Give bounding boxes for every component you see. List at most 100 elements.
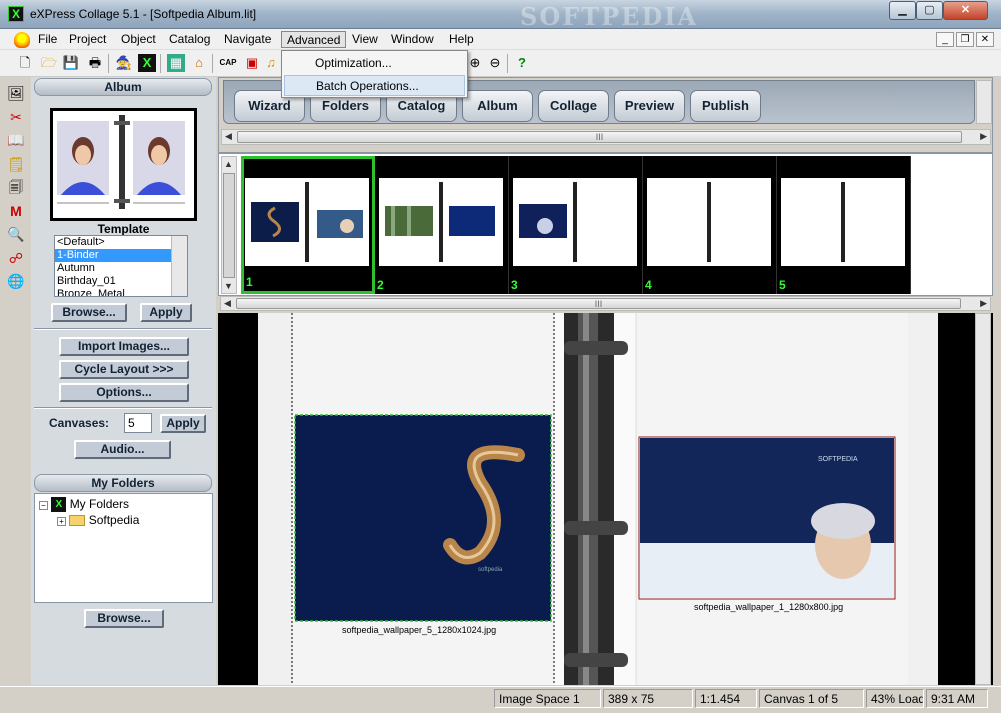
apply-canvases-button[interactable]: Apply bbox=[160, 414, 206, 433]
canvas-page: softpedia SOFTPEDIA bbox=[258, 313, 938, 685]
menu-object[interactable]: Object bbox=[116, 31, 161, 48]
filmstrip-hscrollbar[interactable]: ◀ III ▶ bbox=[220, 296, 991, 311]
image-icon[interactable]: ▦ bbox=[167, 54, 185, 72]
template-list[interactable]: <Default> 1-Binder Autumn Birthday_01 Br… bbox=[54, 235, 188, 297]
print-icon[interactable]: 🖶 bbox=[86, 54, 104, 72]
nav-collage-button[interactable]: Collage bbox=[538, 90, 609, 122]
cycle-layout-button[interactable]: Cycle Layout >>> bbox=[59, 360, 189, 379]
options-button[interactable]: Options... bbox=[59, 383, 189, 402]
menu-item-optimization[interactable]: Optimization... bbox=[284, 53, 465, 74]
template-item[interactable]: <Default> bbox=[55, 236, 187, 249]
save-icon[interactable]: 💾 bbox=[62, 54, 80, 72]
apply-template-button[interactable]: Apply bbox=[140, 303, 192, 322]
right-image-text: SOFTPEDIA bbox=[818, 456, 858, 463]
browse-folders-button[interactable]: Browse... bbox=[84, 609, 164, 628]
wizard-icon[interactable]: 🧙 bbox=[115, 54, 133, 72]
express-folder-icon: X bbox=[51, 497, 67, 513]
music-icon[interactable]: ♫ bbox=[262, 54, 280, 72]
album-header: Album bbox=[34, 78, 212, 96]
advanced-dropdown-menu: Optimization... Batch Operations... bbox=[281, 50, 468, 98]
mdi-minimize-button[interactable]: _ bbox=[936, 32, 954, 47]
browse-template-button[interactable]: Browse... bbox=[51, 303, 127, 322]
close-button[interactable]: ✕ bbox=[943, 1, 988, 20]
open-folder-icon[interactable]: 🗁 bbox=[40, 54, 58, 72]
caption-icon[interactable]: CAP bbox=[219, 54, 237, 72]
menu-window[interactable]: Window bbox=[386, 31, 439, 48]
menu-project[interactable]: Project bbox=[64, 31, 111, 48]
tree-root-label[interactable]: My Folders bbox=[70, 497, 129, 511]
canvas-vscrollbar[interactable] bbox=[975, 313, 991, 685]
nav-hscrollbar[interactable]: ◀ III ▶ bbox=[221, 129, 991, 145]
collapse-icon[interactable]: − bbox=[39, 501, 48, 510]
menu-help[interactable]: Help bbox=[444, 31, 479, 48]
menu-item-batch-operations[interactable]: Batch Operations... bbox=[284, 75, 465, 96]
menu-catalog[interactable]: Catalog bbox=[164, 31, 215, 48]
menu-advanced[interactable]: Advanced bbox=[281, 31, 347, 48]
template-list-scrollbar[interactable] bbox=[171, 236, 187, 296]
filmstrip-vscrollbar[interactable]: ▲ ▼ bbox=[221, 156, 237, 294]
tools-icon[interactable]: ✂ bbox=[6, 107, 26, 127]
menu-navigate[interactable]: Navigate bbox=[219, 31, 276, 48]
mdi-close-button[interactable]: ✕ bbox=[976, 32, 994, 47]
title-bar: X eXPress Collage 5.1 - [Softpedia Album… bbox=[0, 0, 1001, 31]
template-item[interactable]: Autumn bbox=[55, 262, 187, 275]
document-icon[interactable] bbox=[14, 32, 30, 48]
toolbar: 🗋 🗁 💾 🖶 🧙 X ▦ ⌂ CAP ▣ ♫ ⊕ ⊖ ? bbox=[0, 50, 1001, 77]
thumb-image bbox=[519, 182, 577, 262]
template-item[interactable]: Birthday_01 bbox=[55, 275, 187, 288]
template-item-selected[interactable]: 1-Binder bbox=[55, 249, 187, 262]
status-canvas: Canvas 1 of 5 bbox=[759, 689, 864, 708]
zoom-in-icon[interactable]: ⊕ bbox=[466, 54, 484, 72]
mdi-restore-button[interactable]: ❐ bbox=[956, 32, 974, 47]
template-preview-image bbox=[53, 111, 194, 218]
import-images-button[interactable]: Import Images... bbox=[59, 337, 189, 356]
text-icon[interactable]: ▣ bbox=[243, 54, 261, 72]
audio-button[interactable]: Audio... bbox=[74, 440, 171, 459]
status-time: 9:31 AM bbox=[926, 689, 988, 708]
canvas-view[interactable]: softpedia SOFTPEDIA softpedia_wallpaper_… bbox=[218, 313, 993, 685]
menu-file[interactable]: File bbox=[33, 31, 62, 48]
canvas-thumb-5[interactable]: 5 bbox=[777, 156, 911, 294]
globe-icon[interactable]: 🌐 bbox=[6, 271, 26, 291]
maximize-button[interactable]: ▢ bbox=[916, 1, 943, 20]
my-folders-header: My Folders bbox=[34, 474, 212, 492]
status-image-space: Image Space 1 bbox=[494, 689, 601, 708]
template-preview bbox=[50, 108, 197, 221]
new-icon[interactable]: 🗋 bbox=[16, 54, 34, 72]
note-icon[interactable]: 🗒 bbox=[6, 154, 26, 174]
app-icon[interactable]: X bbox=[8, 6, 24, 22]
left-panel: Album Template <Default> 1-Binder Autumn… bbox=[31, 77, 216, 685]
pages-icon[interactable]: 🗐 bbox=[6, 177, 26, 197]
nav-preview-button[interactable]: Preview bbox=[614, 90, 685, 122]
canvases-input[interactable]: 5 bbox=[124, 413, 152, 433]
zoom-out-icon[interactable]: ⊖ bbox=[486, 54, 504, 72]
svg-text:softpedia: softpedia bbox=[478, 567, 503, 573]
canvas-thumb-3[interactable]: 3 bbox=[509, 156, 643, 294]
mail-icon[interactable]: M bbox=[6, 201, 26, 221]
network-icon[interactable]: ☍ bbox=[6, 248, 26, 268]
book-icon[interactable]: 📖 bbox=[6, 130, 26, 150]
tree-child-label[interactable]: Softpedia bbox=[89, 513, 140, 527]
express-icon[interactable]: X bbox=[138, 54, 156, 72]
thumb-image bbox=[707, 182, 711, 262]
template-item[interactable]: Bronze_Metal bbox=[55, 288, 187, 296]
canvas-thumb-1[interactable]: 1 bbox=[241, 156, 375, 294]
nav-vscrollbar[interactable] bbox=[976, 80, 992, 124]
menu-view[interactable]: View bbox=[347, 31, 383, 48]
tree-child[interactable]: + Softpedia bbox=[57, 512, 139, 528]
thumb-number: 1 bbox=[246, 275, 253, 289]
canvas-thumb-2[interactable]: 2 bbox=[375, 156, 509, 294]
canvas-thumb-4[interactable]: 4 bbox=[643, 156, 777, 294]
folder-tree[interactable]: − X My Folders + Softpedia bbox=[34, 493, 213, 603]
help-icon[interactable]: ? bbox=[513, 54, 531, 72]
nav-album-button[interactable]: Album bbox=[462, 90, 533, 122]
expand-icon[interactable]: + bbox=[57, 517, 66, 526]
tree-root[interactable]: − X My Folders bbox=[39, 496, 129, 513]
search-icon[interactable]: 🔍 bbox=[6, 224, 26, 244]
minimize-button[interactable]: ▁ bbox=[889, 1, 916, 20]
nav-publish-button[interactable]: Publish bbox=[690, 90, 761, 122]
thumb-image bbox=[841, 182, 845, 262]
status-bar: Image Space 1 389 x 75 1:1.454 Canvas 1 … bbox=[0, 686, 1001, 713]
photo-icon[interactable]: 🖼 bbox=[6, 83, 26, 103]
house-icon[interactable]: ⌂ bbox=[190, 54, 208, 72]
